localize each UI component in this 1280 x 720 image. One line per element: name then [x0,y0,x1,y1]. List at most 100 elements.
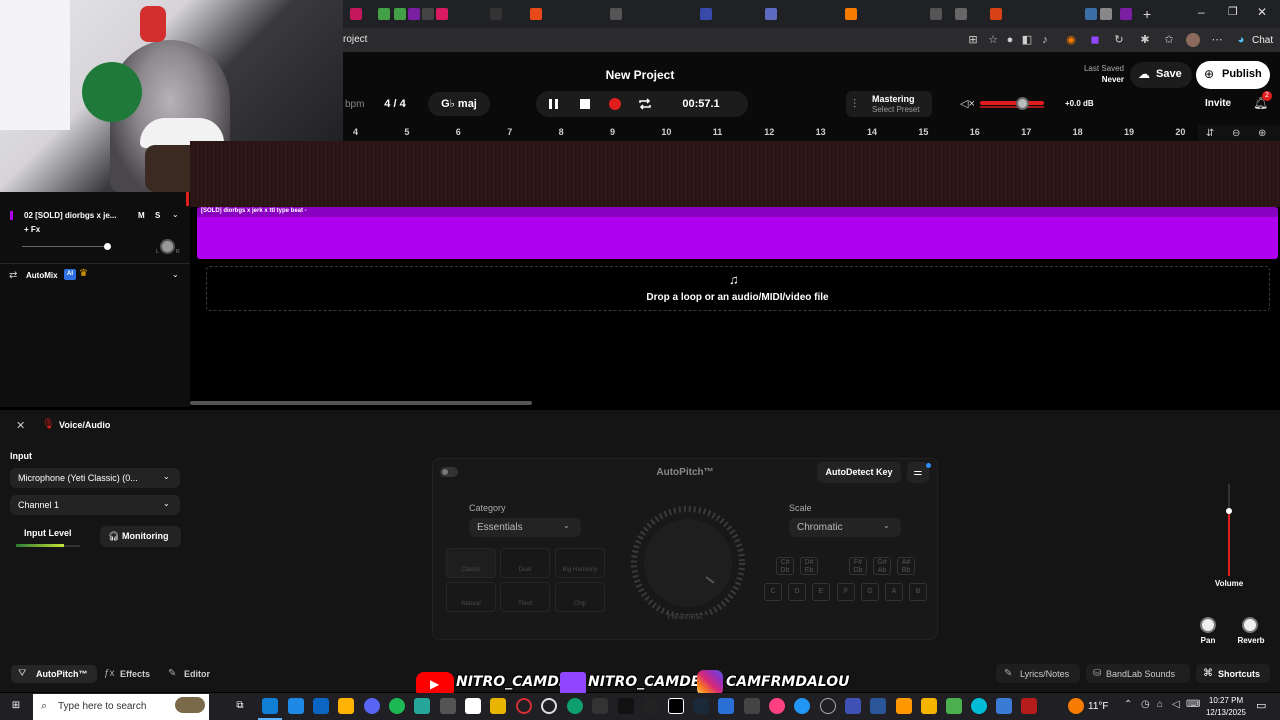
reverb-knob[interactable] [1242,617,1258,633]
notification-center-icon[interactable]: ▭ [1256,699,1266,712]
project-title[interactable]: New Project [560,68,720,82]
address-url[interactable]: roject [343,34,367,45]
time-signature[interactable]: 4 / 4 [372,92,418,116]
tab-icon[interactable] [1100,8,1112,20]
mute-button[interactable]: M [138,211,145,220]
key-button[interactable]: A [885,583,903,601]
tab-icon[interactable] [490,8,502,20]
chat-label[interactable]: Chat [1252,35,1273,46]
taskbar-app-icon[interactable] [592,698,608,714]
audio-clip[interactable] [197,207,1278,259]
taskbar-app-icon[interactable] [820,698,836,714]
copilot-icon[interactable]: ◕ [1234,33,1248,47]
taskbar-app-icon[interactable] [769,698,785,714]
task-view-icon[interactable]: ⧉ [232,698,248,714]
tab-icon[interactable] [530,8,542,20]
taskbar-app-icon[interactable] [794,698,810,714]
stop-button[interactable] [575,94,595,114]
tab-icon[interactable] [845,8,857,20]
preset-tile[interactable]: Classic [446,548,496,578]
mic-icon[interactable]: ● [1003,33,1017,47]
heaviness-knob[interactable] [630,505,750,615]
key-button[interactable]: D [788,583,806,601]
taskbar-app-icon[interactable] [288,698,304,714]
volume-fader-handle[interactable] [1226,508,1232,514]
taskbar-app-icon[interactable] [643,698,659,714]
tab-icon[interactable] [408,8,420,20]
capcut-icon[interactable] [668,698,684,714]
track-menu-chevron-icon[interactable]: ⌄ [172,210,179,219]
taskbar-app-icon[interactable] [440,698,456,714]
maximize-icon[interactable]: ❐ [1228,5,1238,18]
clock-time[interactable]: 10:27 PM [1200,696,1252,705]
taskbar-app-icon[interactable] [541,698,557,714]
master-volume-slider[interactable] [980,101,1044,105]
track-volume-slider[interactable] [22,246,108,247]
tab-icon[interactable] [765,8,777,20]
key-button[interactable]: C [764,583,782,601]
preset-tile[interactable]: Chip [555,582,605,612]
discord-icon[interactable] [364,698,380,714]
invite-button[interactable]: Invite [1205,98,1231,109]
taskbar-app-icon[interactable] [414,698,430,714]
key-button[interactable]: G# Ab [873,557,891,575]
tab-icon[interactable] [1085,8,1097,20]
pause-button[interactable] [544,94,564,114]
key-button[interactable]: G [861,583,879,601]
favorites-icon[interactable]: ✩ [1162,33,1176,47]
tab-icon[interactable] [930,8,942,20]
tab-icon[interactable] [955,8,967,20]
puzzle-icon[interactable]: ✱ [1138,33,1152,47]
close-panel-icon[interactable]: ✕ [16,419,25,432]
taskbar-app-icon[interactable] [718,698,734,714]
key-selector[interactable]: G♭ maj [428,92,490,116]
tab-icon[interactable] [990,8,1002,20]
minimize-icon[interactable]: – [1198,5,1205,19]
tab-icon[interactable] [422,8,434,20]
close-window-icon[interactable]: ✕ [1257,5,1267,19]
track-volume-handle[interactable] [104,243,111,250]
network-icon[interactable]: ⌂ [1157,699,1163,710]
tray-chevron-icon[interactable]: ⌃ [1124,699,1132,710]
microphone-select[interactable]: Microphone (Yeti Classic) (0... [10,468,180,488]
outlook-icon[interactable] [313,698,329,714]
clock-date[interactable]: 12/13/2025 [1200,708,1252,717]
extension-icon[interactable]: ◉ [1064,33,1078,47]
tab-icons-row[interactable] [350,0,1140,28]
solo-button[interactable]: S [155,211,160,220]
weather-icon[interactable] [1068,698,1084,714]
track-name[interactable]: 02 [SOLD] diorbgs x je... [24,211,116,220]
windows-start-icon[interactable]: ⊞ [8,698,24,714]
new-tab-icon[interactable]: + [1143,6,1151,22]
xbox-icon[interactable] [567,698,583,714]
tab-icon[interactable] [436,8,448,20]
channel-select[interactable]: Channel 1 [10,495,180,515]
tab-icon[interactable] [610,8,622,20]
autodetect-key-button[interactable]: AutoDetect Key [817,462,901,483]
snap-icon[interactable]: ⇵ [1206,128,1214,139]
bell-icon[interactable]: ♪ [1038,33,1052,47]
tab-icon[interactable] [394,8,406,20]
app-icon[interactable]: ⊞ [966,33,980,47]
weather-widget-icon[interactable] [175,697,205,713]
notepad-icon[interactable] [465,698,481,714]
preset-tile[interactable]: Third [500,582,550,612]
twitch-extension-icon[interactable]: ◼ [1088,33,1102,47]
refresh-icon[interactable]: ↻ [1112,33,1126,47]
edge-icon[interactable] [262,698,278,714]
taskbar-app-icon[interactable] [921,698,937,714]
taskbar-app-icon[interactable] [971,698,987,714]
opera-icon[interactable] [516,698,532,714]
zoom-out-icon[interactable]: ⊖ [1232,128,1240,139]
loop-button[interactable] [635,94,655,114]
speaker-tray-icon[interactable]: ◁ [1172,699,1180,710]
extension-icon[interactable]: ◧ [1020,33,1034,47]
steam-icon[interactable] [693,698,709,714]
preset-tile[interactable]: Duet [500,548,550,578]
preset-tile[interactable]: Natural [446,582,496,612]
ime-icon[interactable]: ⌨ [1186,699,1200,710]
key-button[interactable]: A# Bb [897,557,915,575]
taskbar-app-icon[interactable] [870,698,886,714]
taskbar-app-icon[interactable] [946,698,962,714]
zoom-in-icon[interactable]: ⊕ [1258,128,1266,139]
